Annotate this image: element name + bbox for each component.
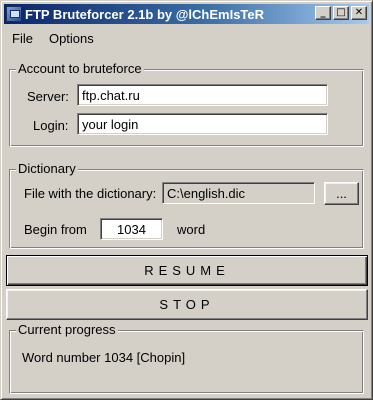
login-input[interactable] (77, 113, 328, 135)
app-icon (6, 6, 22, 22)
minimize-icon: _ (320, 7, 326, 18)
maximize-button[interactable]: □ (333, 6, 349, 20)
account-group: Account to bruteforce (9, 61, 364, 147)
title-bar[interactable]: FTP Bruteforcer 2.1b by @lChEmIsTeR _ □ … (4, 4, 369, 24)
window-title: FTP Bruteforcer 2.1b by @lChEmIsTeR (25, 6, 265, 22)
stop-button[interactable]: STOP (6, 289, 368, 320)
server-label: Server: (27, 89, 69, 104)
maximize-icon: □ (336, 7, 346, 18)
close-button[interactable]: ✕ (351, 6, 367, 20)
server-input[interactable] (77, 84, 328, 106)
begin-from-input[interactable] (100, 218, 163, 240)
dictionary-group-label: Dictionary (16, 161, 78, 177)
menu-file[interactable]: File (4, 31, 41, 46)
account-group-label: Account to bruteforce (16, 61, 144, 77)
app-window: FTP Bruteforcer 2.1b by @lChEmIsTeR _ □ … (0, 0, 373, 400)
word-label: word (177, 222, 206, 237)
dictionary-file-field[interactable] (162, 182, 315, 204)
resume-button[interactable]: RESUME (6, 255, 368, 286)
progress-status-text: Word number 1034 [Chopin] (22, 350, 186, 365)
progress-group-label: Current progress (16, 322, 118, 338)
dictionary-file-label: File with the dictionary: (24, 186, 157, 201)
browse-button[interactable]: ... (324, 182, 359, 205)
begin-from-label: Begin from (24, 222, 87, 237)
menu-options[interactable]: Options (41, 31, 102, 46)
menu-bar: File Options (4, 27, 102, 49)
login-label: Login: (33, 118, 69, 133)
close-icon: ✕ (354, 7, 364, 18)
minimize-button[interactable]: _ (315, 6, 331, 20)
window-controls: _ □ ✕ (315, 6, 367, 20)
